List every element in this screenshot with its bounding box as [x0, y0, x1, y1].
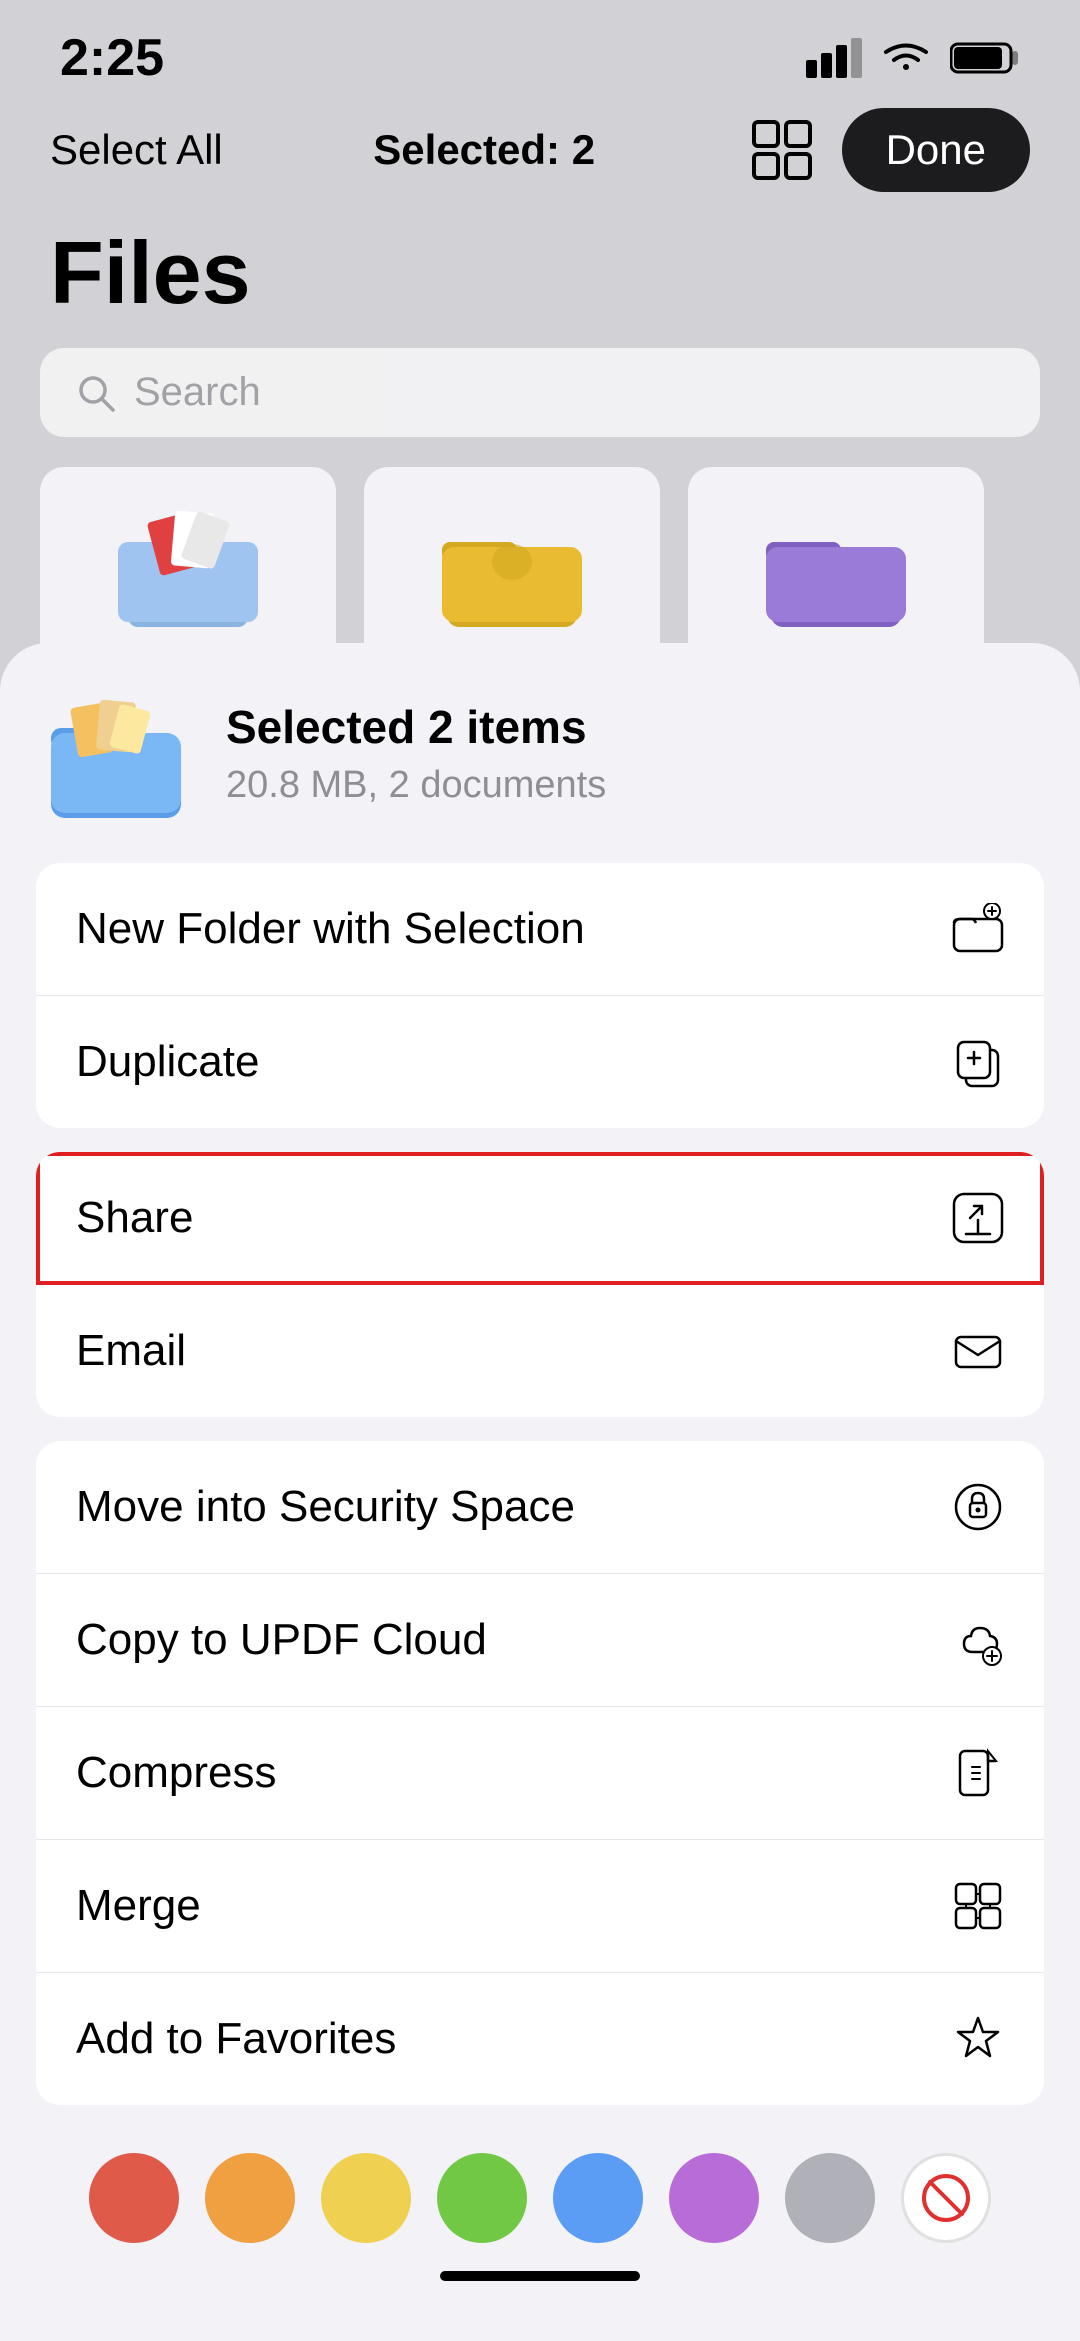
- nav-bar: Select All Selected: 2 Done: [0, 98, 1080, 212]
- favorites-label: Add to Favorites: [76, 2014, 396, 2064]
- copy-plus-icon: [952, 1036, 1004, 1088]
- color-none-button[interactable]: [901, 2153, 991, 2243]
- selected-header: Selected 2 items 20.8 MB, 2 documents: [36, 683, 1044, 823]
- new-folder-label: New Folder with Selection: [76, 904, 585, 954]
- battery-icon: [950, 40, 1020, 76]
- merge-label: Merge: [76, 1881, 201, 1931]
- home-indicator: [440, 2271, 640, 2281]
- folder-plus-icon: [952, 903, 1004, 955]
- folder-card-3: [688, 467, 984, 667]
- nav-right-controls: Done: [746, 108, 1030, 192]
- share-button[interactable]: Share: [36, 1152, 1044, 1285]
- duplicate-label: Duplicate: [76, 1037, 259, 1087]
- email-label: Email: [76, 1326, 186, 1376]
- copy-to-updf-cloud-button[interactable]: Copy to UPDF Cloud: [36, 1574, 1044, 1707]
- search-icon: [76, 373, 116, 413]
- color-circles-row: [36, 2129, 1044, 2253]
- folder-card-1: [40, 467, 336, 667]
- menu-group-2: Share Email: [36, 1152, 1044, 1417]
- selected-items-sub: 20.8 MB, 2 documents: [226, 764, 606, 807]
- share-label: Share: [76, 1193, 193, 1243]
- merge-button[interactable]: Merge: [36, 1840, 1044, 1973]
- wifi-icon: [878, 38, 934, 78]
- color-green-button[interactable]: [437, 2153, 527, 2243]
- folder-card-2: [364, 467, 660, 667]
- security-space-label: Move into Security Space: [76, 1482, 575, 1532]
- select-all-button[interactable]: Select All: [50, 126, 223, 174]
- selected-info: Selected 2 items 20.8 MB, 2 documents: [226, 700, 606, 807]
- merge-icon: [952, 1880, 1004, 1932]
- compress-button[interactable]: Compress: [36, 1707, 1044, 1840]
- add-to-favorites-button[interactable]: Add to Favorites: [36, 1973, 1044, 2105]
- lock-shield-icon: [952, 1481, 1004, 1533]
- color-orange-button[interactable]: [205, 2153, 295, 2243]
- no-color-icon: [920, 2172, 972, 2224]
- color-gray-button[interactable]: [785, 2153, 875, 2243]
- signal-icon: [804, 38, 862, 78]
- bottom-sheet: Selected 2 items 20.8 MB, 2 documents Ne…: [0, 643, 1080, 2341]
- menu-group-3: Move into Security Space Copy to UPDF Cl…: [36, 1441, 1044, 2105]
- status-time: 2:25: [60, 28, 164, 88]
- star-icon: [952, 2013, 1004, 2065]
- folder-icon-large: [46, 683, 186, 823]
- menu-group-1: New Folder with Selection Duplicate: [36, 863, 1044, 1128]
- compress-label: Compress: [76, 1748, 277, 1798]
- new-folder-with-selection-button[interactable]: New Folder with Selection: [36, 863, 1044, 996]
- page-title: Files: [0, 212, 1080, 348]
- color-purple-button[interactable]: [669, 2153, 759, 2243]
- status-bar: 2:25: [0, 0, 1080, 98]
- search-placeholder: Search: [134, 370, 261, 415]
- color-blue-button[interactable]: [553, 2153, 643, 2243]
- cloud-plus-icon: [952, 1614, 1004, 1666]
- folder-grid: [0, 467, 1080, 667]
- color-red-button[interactable]: [89, 2153, 179, 2243]
- updf-cloud-label: Copy to UPDF Cloud: [76, 1615, 487, 1665]
- duplicate-button[interactable]: Duplicate: [36, 996, 1044, 1128]
- share-icon: [952, 1192, 1004, 1244]
- search-bar[interactable]: Search: [40, 348, 1040, 437]
- selected-count-label: Selected: 2: [373, 126, 595, 174]
- color-yellow-button[interactable]: [321, 2153, 411, 2243]
- file-zip-icon: [952, 1747, 1004, 1799]
- email-button[interactable]: Email: [36, 1285, 1044, 1417]
- selected-items-title: Selected 2 items: [226, 700, 606, 754]
- move-into-security-space-button[interactable]: Move into Security Space: [36, 1441, 1044, 1574]
- grid-view-button[interactable]: [746, 114, 818, 186]
- status-icons: [804, 38, 1020, 78]
- done-button[interactable]: Done: [842, 108, 1030, 192]
- search-bar-container: Search: [0, 348, 1080, 467]
- envelope-icon: [952, 1325, 1004, 1377]
